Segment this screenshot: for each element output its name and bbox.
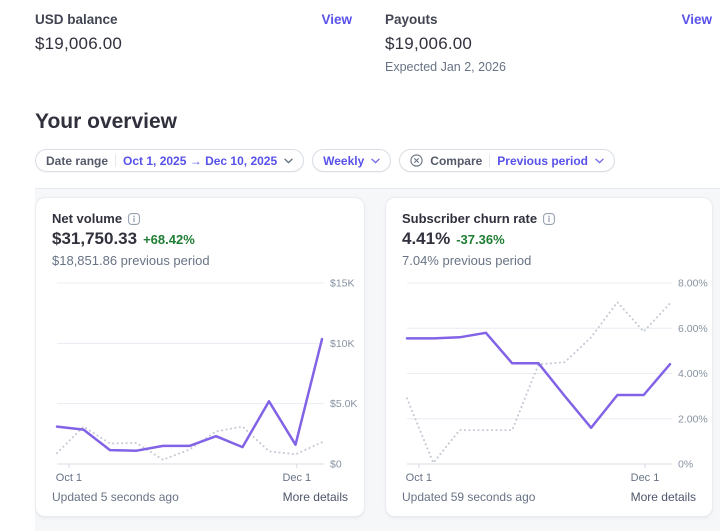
net-volume-more-details-link[interactable]: More details bbox=[283, 490, 348, 504]
payouts-section: Payouts View $19,006.00 Expected Jan 2, … bbox=[385, 12, 712, 74]
usd-balance-section: USD balance View $19,006.00 bbox=[35, 12, 352, 54]
churn-rate-previous: 7.04% previous period bbox=[402, 253, 532, 268]
compare-label: Compare bbox=[430, 153, 483, 168]
date-range-value: Oct 1, 2025 → Dec 10, 2025 bbox=[123, 153, 278, 168]
churn-rate-more-details-link[interactable]: More details bbox=[631, 490, 696, 504]
churn-rate-card: Subscriber churn rate 4.41% -37.36% 7.04… bbox=[385, 197, 713, 517]
net-volume-value: $31,750.33 bbox=[52, 229, 138, 248]
svg-text:0%: 0% bbox=[678, 459, 693, 471]
svg-text:2.00%: 2.00% bbox=[678, 413, 708, 425]
circle-x-icon[interactable] bbox=[410, 154, 423, 167]
pill-divider bbox=[489, 154, 491, 167]
net-volume-title: Net volume bbox=[52, 211, 123, 226]
usd-balance-label: USD balance bbox=[35, 12, 118, 27]
svg-text:Oct 1: Oct 1 bbox=[406, 472, 432, 484]
svg-text:Dec 1: Dec 1 bbox=[631, 472, 660, 484]
churn-rate-delta: -37.36% bbox=[456, 232, 505, 247]
compare-filter[interactable]: Compare Previous period bbox=[399, 149, 615, 172]
interval-value: Weekly bbox=[323, 153, 365, 168]
net-volume-updated: Updated 5 seconds ago bbox=[52, 490, 179, 504]
chevron-down-icon bbox=[284, 158, 293, 164]
churn-rate-title: Subscriber churn rate bbox=[402, 211, 538, 226]
payouts-view-link[interactable]: View bbox=[681, 12, 712, 27]
svg-text:$0: $0 bbox=[330, 459, 342, 471]
net-volume-delta: +68.42% bbox=[143, 232, 195, 247]
info-icon[interactable] bbox=[128, 212, 141, 225]
interval-filter[interactable]: Weekly bbox=[312, 149, 392, 172]
overview-panel: Net volume $31,750.33 +68.42% $18,851.86… bbox=[35, 189, 720, 531]
churn-rate-updated: Updated 59 seconds ago bbox=[402, 490, 536, 504]
svg-text:$10K: $10K bbox=[330, 338, 355, 350]
usd-balance-view-link[interactable]: View bbox=[321, 12, 352, 27]
churn-rate-value: 4.41% bbox=[402, 229, 451, 248]
net-volume-previous: $18,851.86 previous period bbox=[52, 253, 210, 268]
svg-text:$5.0K: $5.0K bbox=[330, 398, 357, 410]
info-icon[interactable] bbox=[543, 212, 556, 225]
svg-text:$15K: $15K bbox=[330, 278, 355, 290]
svg-text:Dec 1: Dec 1 bbox=[282, 472, 311, 484]
date-range-label: Date range bbox=[46, 153, 109, 168]
svg-text:4.00%: 4.00% bbox=[678, 368, 708, 380]
svg-text:Oct 1: Oct 1 bbox=[56, 472, 82, 484]
payouts-label: Payouts bbox=[385, 12, 438, 27]
page-title: Your overview bbox=[35, 110, 177, 133]
net-volume-card: Net volume $31,750.33 +68.42% $18,851.86… bbox=[35, 197, 365, 517]
compare-value: Previous period bbox=[497, 153, 588, 168]
svg-text:6.00%: 6.00% bbox=[678, 323, 708, 335]
net-volume-chart[interactable]: $0 $5.0K $10K $15K Oct 1 Dec 1 bbox=[36, 273, 366, 488]
filter-bar: Date range Oct 1, 2025 → Dec 10, 2025 We… bbox=[35, 149, 615, 172]
date-range-filter[interactable]: Date range Oct 1, 2025 → Dec 10, 2025 bbox=[35, 149, 305, 172]
payouts-expected-note: Expected Jan 2, 2026 bbox=[385, 60, 506, 74]
pill-divider bbox=[115, 154, 117, 167]
chevron-down-icon bbox=[371, 158, 380, 164]
payouts-value: $19,006.00 bbox=[385, 34, 473, 53]
usd-balance-value: $19,006.00 bbox=[35, 34, 123, 53]
churn-rate-chart[interactable]: 0% 2.00% 4.00% 6.00% 8.00% Oct 1 Dec 1 bbox=[386, 273, 714, 488]
chevron-down-icon bbox=[595, 158, 604, 164]
svg-text:8.00%: 8.00% bbox=[678, 278, 708, 290]
